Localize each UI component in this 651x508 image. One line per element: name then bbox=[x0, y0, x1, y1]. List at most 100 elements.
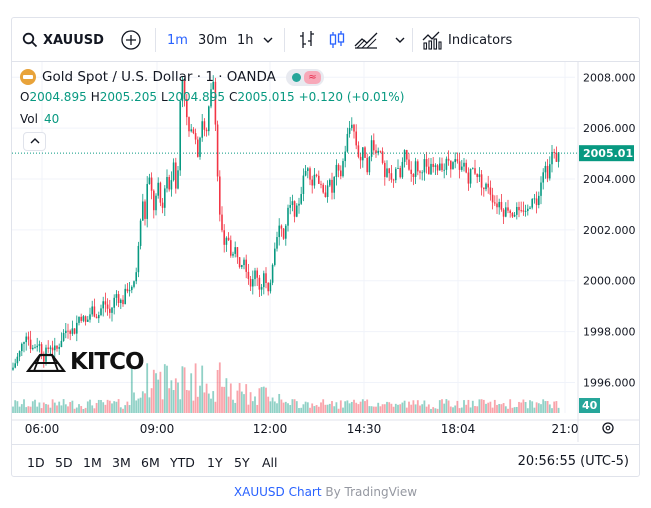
candle bbox=[289, 196, 291, 215]
candle bbox=[397, 159, 399, 169]
volume-bar bbox=[471, 400, 474, 413]
range-6m[interactable]: 6M bbox=[141, 455, 160, 470]
volume-bar bbox=[16, 401, 19, 413]
volume-bar bbox=[322, 399, 325, 413]
volume-bar bbox=[425, 406, 428, 413]
range-3m[interactable]: 3M bbox=[112, 455, 131, 470]
volume-bar bbox=[232, 399, 234, 413]
attribution: XAUUSD Chart By TradingView bbox=[0, 485, 651, 499]
volume-bar bbox=[344, 401, 347, 413]
range-1m[interactable]: 1M bbox=[83, 455, 102, 470]
candle bbox=[256, 267, 258, 286]
tradingview-credit[interactable]: By TradingView bbox=[325, 485, 417, 499]
candle bbox=[82, 315, 85, 323]
volume-bar bbox=[291, 399, 294, 413]
interval-menu-button[interactable] bbox=[262, 28, 274, 52]
vol-label: Vol bbox=[20, 112, 38, 126]
volume-bar bbox=[69, 402, 72, 413]
candle bbox=[113, 294, 115, 315]
range-all[interactable]: All bbox=[262, 455, 278, 470]
volume-bar bbox=[454, 405, 457, 413]
candle bbox=[551, 145, 553, 173]
candle bbox=[467, 167, 470, 191]
interval-30m[interactable]: 30m bbox=[198, 28, 227, 52]
volume-bar bbox=[456, 400, 459, 413]
volume-bar bbox=[518, 401, 520, 413]
indicators-button[interactable]: Indicators bbox=[422, 28, 512, 52]
volume-bar bbox=[449, 406, 452, 413]
volume-bar bbox=[199, 385, 201, 413]
volume-bar bbox=[551, 408, 553, 413]
volume-bar bbox=[278, 393, 281, 413]
current-price-label: 2005.015 bbox=[579, 145, 639, 162]
volume-bar bbox=[493, 399, 496, 413]
volume-bar bbox=[333, 406, 336, 413]
interval-1m[interactable]: 1m bbox=[167, 28, 188, 52]
symbol-chart-link[interactable]: XAUUSD Chart bbox=[234, 485, 322, 499]
candle bbox=[89, 307, 91, 323]
kitco-wordmark: KITCO bbox=[70, 349, 145, 375]
candle bbox=[168, 174, 170, 192]
time-tick-label: 18:04 bbox=[441, 422, 476, 436]
volume-bar bbox=[403, 400, 406, 413]
candle bbox=[135, 267, 137, 285]
candle bbox=[384, 160, 386, 186]
volume-bar bbox=[542, 399, 545, 413]
candle bbox=[205, 127, 208, 137]
volume-bar bbox=[408, 401, 410, 413]
kitco-logo-icon bbox=[26, 353, 66, 372]
candle bbox=[78, 316, 80, 326]
volume-bar bbox=[401, 402, 404, 413]
volume-bar bbox=[251, 401, 254, 413]
volume-bar bbox=[64, 404, 67, 413]
volume-bar bbox=[163, 364, 166, 413]
market-status-pill[interactable]: ≈ bbox=[285, 68, 324, 86]
range-ytd[interactable]: YTD bbox=[170, 455, 195, 470]
candle bbox=[164, 185, 166, 217]
area-chart-icon bbox=[354, 32, 378, 49]
candles-style-button[interactable] bbox=[328, 28, 346, 52]
candle bbox=[379, 150, 382, 154]
candle bbox=[76, 315, 78, 342]
volume-bar bbox=[313, 406, 316, 413]
candle bbox=[194, 128, 197, 145]
search-icon bbox=[22, 32, 38, 48]
volume-bar bbox=[544, 401, 547, 413]
candle bbox=[12, 362, 14, 371]
vol-value: 40 bbox=[43, 112, 60, 126]
candle bbox=[161, 197, 164, 214]
range-5d[interactable]: 5D bbox=[55, 455, 73, 470]
candle bbox=[95, 313, 98, 319]
timezone-clock[interactable]: 20:56:55 (UTC-5) bbox=[518, 454, 629, 469]
volume-bar bbox=[38, 402, 41, 413]
candle bbox=[102, 296, 104, 317]
chart-settings-icon[interactable] bbox=[602, 422, 614, 434]
interval-1h[interactable]: 1h bbox=[237, 28, 254, 52]
range-1y[interactable]: 1Y bbox=[207, 455, 223, 470]
candle bbox=[480, 170, 483, 196]
volume-bar bbox=[221, 386, 223, 413]
bars-style-button[interactable] bbox=[298, 28, 316, 52]
range-5y[interactable]: 5Y bbox=[234, 455, 250, 470]
volume-bar bbox=[482, 399, 485, 413]
area-style-button[interactable] bbox=[354, 28, 378, 52]
close-value: 2005.015 bbox=[237, 90, 295, 104]
volume-bar bbox=[91, 405, 94, 413]
chart-type-menu-button[interactable] bbox=[394, 28, 406, 52]
volume-bar bbox=[133, 392, 135, 413]
volume-bar bbox=[412, 400, 415, 413]
collapse-legend-button[interactable] bbox=[23, 132, 46, 151]
candle bbox=[263, 270, 265, 295]
volume-bar bbox=[509, 399, 512, 413]
volume-bar bbox=[267, 396, 270, 413]
range-1d[interactable]: 1D bbox=[27, 455, 45, 470]
candle bbox=[106, 298, 109, 316]
candle bbox=[84, 315, 87, 326]
candle bbox=[505, 202, 507, 218]
symbol-search[interactable]: XAUUSD bbox=[22, 28, 104, 52]
volume-bar bbox=[141, 391, 144, 413]
volume-bar bbox=[276, 403, 278, 413]
volume-bar bbox=[29, 406, 32, 413]
volume-bar bbox=[210, 398, 212, 413]
compare-button[interactable] bbox=[120, 28, 142, 52]
